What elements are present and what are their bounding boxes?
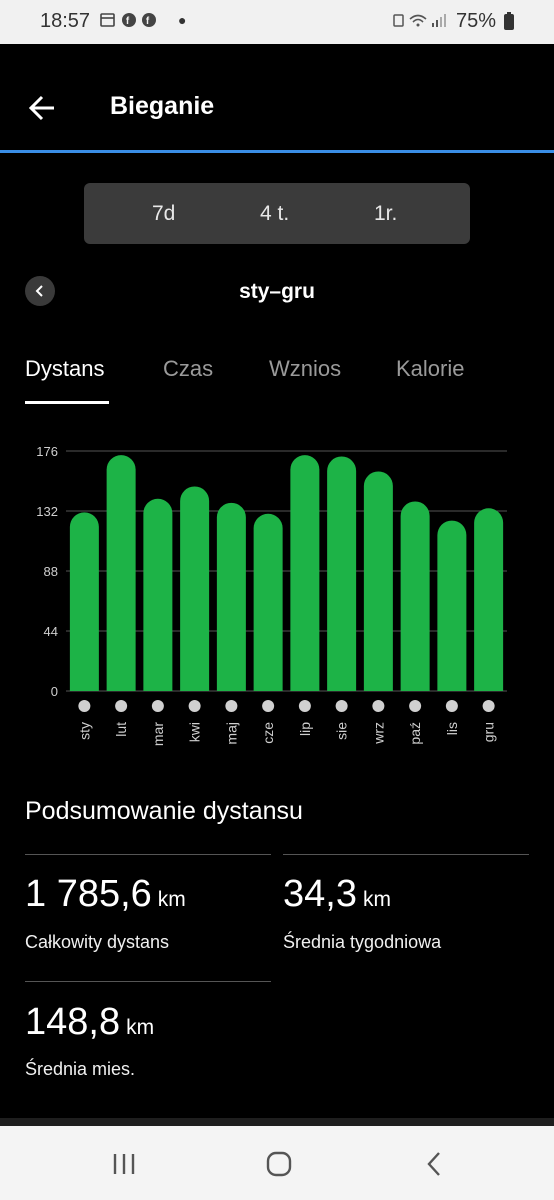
bar-cze: [253, 513, 283, 691]
svg-text:f: f: [146, 16, 152, 27]
y-tick-label: 132: [36, 504, 58, 519]
y-tick-label: 44: [44, 624, 58, 639]
bar-dot: [262, 700, 275, 712]
x-tick-label: wrz: [370, 722, 386, 745]
ghost-status-overlay: [0, 44, 554, 54]
x-tick-label: lis: [444, 722, 460, 735]
period-selector: 7d 4 t. 1r.: [84, 183, 470, 244]
bar-kwi: [180, 486, 210, 691]
bar-dot: [445, 700, 458, 712]
recent-apps-button[interactable]: [104, 1146, 144, 1182]
monthly-average-number: 148,8: [25, 1001, 121, 1043]
bar-dot: [188, 700, 201, 712]
notification-icons: f f: [100, 12, 160, 32]
stat-divider: [283, 854, 529, 855]
weekly-average-number: 34,3: [283, 873, 357, 915]
x-tick-label: paź: [407, 722, 423, 745]
bar-mar: [143, 498, 173, 691]
stat-divider: [25, 854, 271, 855]
home-icon: [266, 1151, 292, 1177]
bar-dot: [335, 700, 348, 712]
system-nav-bar: [0, 1126, 554, 1200]
bar-sie: [327, 456, 357, 691]
bar-gru: [474, 508, 504, 691]
tab-kalorie[interactable]: Kalorie: [396, 356, 464, 382]
stat-divider: [25, 981, 271, 982]
calendar-icon: f f: [100, 13, 156, 27]
status-time: 18:57: [40, 10, 91, 32]
battery-icon: [504, 11, 514, 30]
bar-dot: [78, 700, 91, 712]
bar-lut: [106, 455, 136, 691]
bar-dot: [115, 700, 128, 712]
page-title: Bieganie: [110, 92, 215, 120]
bar-maj: [216, 502, 246, 691]
bar-dot: [151, 700, 164, 712]
header-divider: [0, 150, 554, 153]
tab-dystans[interactable]: Dystans: [25, 356, 104, 382]
bar-dot: [225, 700, 238, 712]
bottom-strip: [0, 1118, 554, 1126]
bar-dot: [372, 700, 385, 712]
range-label: sty–gru: [239, 280, 315, 303]
dot-icon: ●: [178, 12, 187, 28]
bar-paź: [400, 501, 430, 691]
x-tick-label: lip: [297, 722, 313, 736]
back-icon: [427, 1152, 440, 1176]
arrow-left-icon: [28, 95, 54, 121]
status-bar: 18:57 f f ● 75%: [0, 0, 554, 44]
bar-dot: [482, 700, 495, 712]
app-bar: Bieganie: [0, 60, 554, 150]
x-tick-label: gru: [481, 722, 497, 742]
monthly-average-unit: km: [126, 1016, 155, 1039]
distance-bar-chart: 0 44 88 132 176 sty lut mar kwi maj cze lip sie wrz pa…: [36, 444, 507, 746]
bar-lis: [437, 520, 467, 691]
bar-sty: [69, 512, 99, 691]
tab-czas[interactable]: Czas: [163, 356, 213, 382]
active-tab-indicator: [25, 401, 109, 404]
y-tick-label: 0: [51, 684, 58, 699]
bar-dot: [298, 700, 311, 712]
y-tick-label: 88: [44, 564, 58, 579]
x-tick-label: sie: [334, 722, 350, 740]
weekly-average-value: 34,3 km: [283, 873, 391, 916]
recent-apps-icon: [113, 1154, 135, 1174]
period-option-7d[interactable]: 7d: [152, 202, 175, 226]
home-button[interactable]: [259, 1146, 299, 1182]
monthly-average-label: Średnia mies.: [25, 1059, 136, 1079]
total-distance-label: Całkowity dystans: [25, 932, 170, 952]
svg-text:f: f: [126, 16, 132, 27]
period-option-4t[interactable]: 4 t.: [260, 202, 289, 226]
status-right: 75%: [392, 10, 514, 33]
tab-wznios[interactable]: Wznios: [269, 356, 341, 382]
x-tick-label: lut: [113, 722, 129, 737]
x-tick-label: maj: [223, 722, 239, 745]
summary-title: Podsumowanie dystansu: [25, 797, 303, 825]
x-tick-label: cze: [260, 722, 276, 744]
y-tick-label: 176: [36, 444, 58, 459]
monthly-average-value: 148,8 km: [25, 1001, 154, 1044]
period-option-1r[interactable]: 1r.: [374, 202, 397, 226]
total-distance-number: 1 785,6: [25, 873, 152, 915]
x-tick-label: mar: [150, 722, 166, 746]
bar-wrz: [363, 471, 393, 691]
signal-icon: [392, 12, 450, 31]
bar-dot: [409, 700, 422, 712]
bar-lip: [290, 455, 320, 691]
weekly-average-unit: km: [362, 888, 391, 911]
system-back-button[interactable]: [414, 1146, 454, 1182]
x-tick-label: kwi: [187, 722, 203, 742]
weekly-average-label: Średnia tygodniowa: [283, 932, 442, 952]
x-tick-label: sty: [76, 722, 92, 740]
back-button[interactable]: [22, 88, 62, 128]
total-distance-unit: km: [157, 888, 186, 911]
battery-percent: 75%: [455, 10, 496, 32]
total-distance-value: 1 785,6 km: [25, 873, 186, 916]
